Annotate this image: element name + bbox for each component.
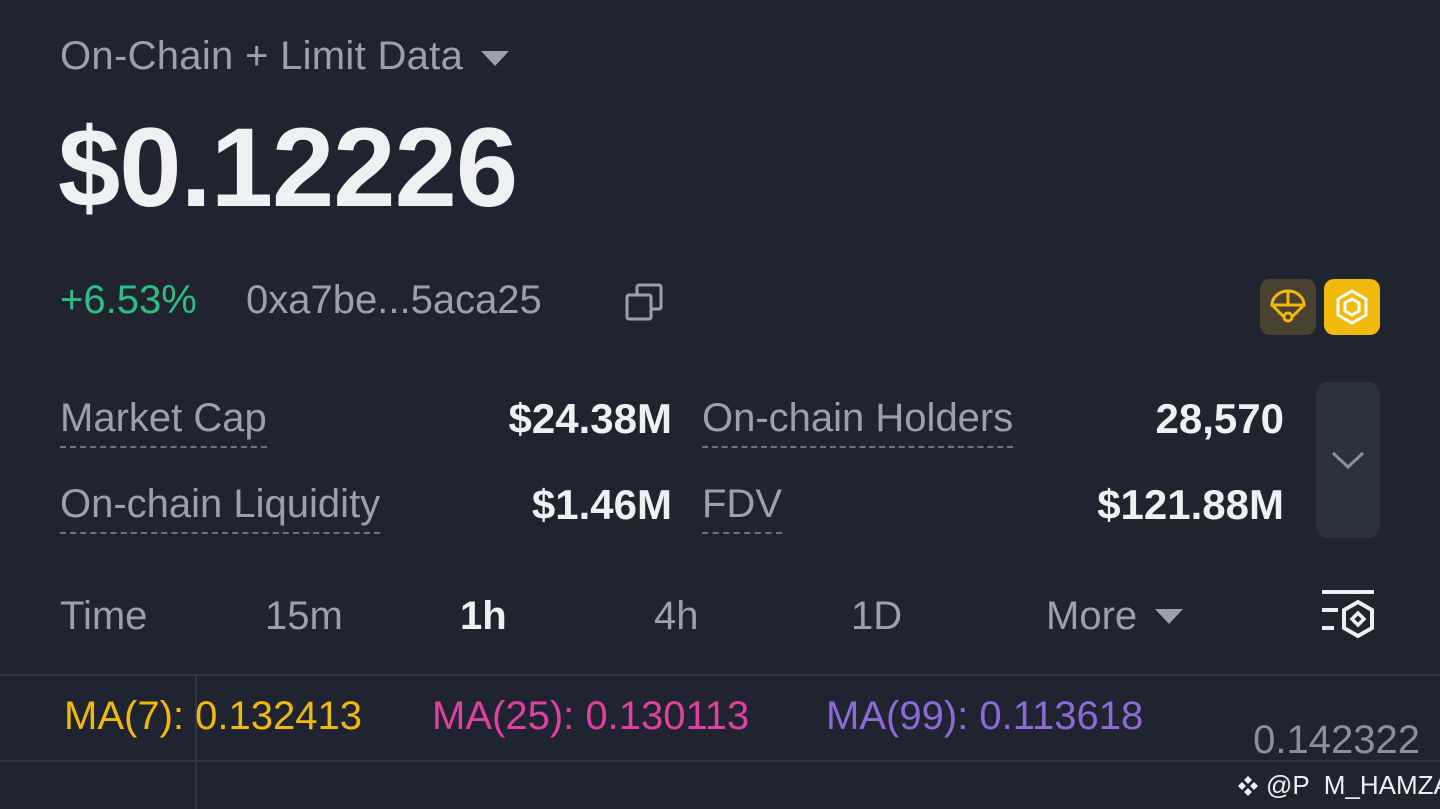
- parachute-icon[interactable]: [1260, 279, 1316, 335]
- fdv-value: $121.88M: [1097, 481, 1284, 528]
- chevron-down-icon: [1331, 451, 1365, 470]
- holders-label[interactable]: On-chain Holders: [702, 396, 1014, 448]
- liquidity-label[interactable]: On-chain Liquidity: [60, 482, 381, 534]
- chart-grid-line: [0, 760, 1440, 762]
- timeframe-4h[interactable]: 4h: [654, 594, 699, 639]
- copy-icon[interactable]: [624, 282, 664, 322]
- more-timeframes-dropdown[interactable]: More: [1046, 594, 1184, 639]
- caret-down-icon: [1155, 609, 1184, 624]
- token-price: $0.12226: [58, 105, 518, 230]
- ma25-indicator: MA(25): 0.130113: [432, 694, 750, 738]
- timeframe-1d[interactable]: 1D: [851, 594, 902, 639]
- data-source-dropdown[interactable]: On-Chain + Limit Data: [60, 34, 510, 79]
- fdv-label[interactable]: FDV: [702, 482, 782, 534]
- market-cap-value: $24.38M: [508, 395, 672, 442]
- timeframe-15m[interactable]: 15m: [265, 594, 343, 639]
- ma7-indicator: MA(7): 0.132413: [64, 694, 362, 738]
- chart-settings-icon[interactable]: [1318, 588, 1378, 642]
- time-label[interactable]: Time: [60, 594, 147, 639]
- data-source-label: On-Chain + Limit Data: [60, 34, 464, 78]
- timeframe-1h[interactable]: 1h: [460, 594, 507, 639]
- watermark-text: @P M_HAMZA: [1266, 770, 1440, 800]
- market-cap-label[interactable]: Market Cap: [60, 396, 267, 448]
- chart-top-divider: [0, 674, 1440, 676]
- price-axis-label: 0.142322: [1253, 718, 1420, 762]
- expand-stats-button[interactable]: [1316, 382, 1380, 538]
- ma99-indicator: MA(99): 0.113618: [826, 694, 1144, 738]
- caret-down-icon: [481, 51, 510, 66]
- contract-address[interactable]: 0xa7be...5aca25: [246, 278, 542, 323]
- holders-value: 28,570: [1155, 395, 1284, 442]
- price-change: +6.53%: [60, 278, 197, 322]
- more-label: More: [1046, 594, 1138, 638]
- bnb-chain-icon[interactable]: [1324, 279, 1380, 335]
- watermark: @P M_HAMZA: [1236, 770, 1440, 801]
- liquidity-value: $1.46M: [531, 481, 672, 528]
- binance-logo-icon: [1238, 775, 1258, 796]
